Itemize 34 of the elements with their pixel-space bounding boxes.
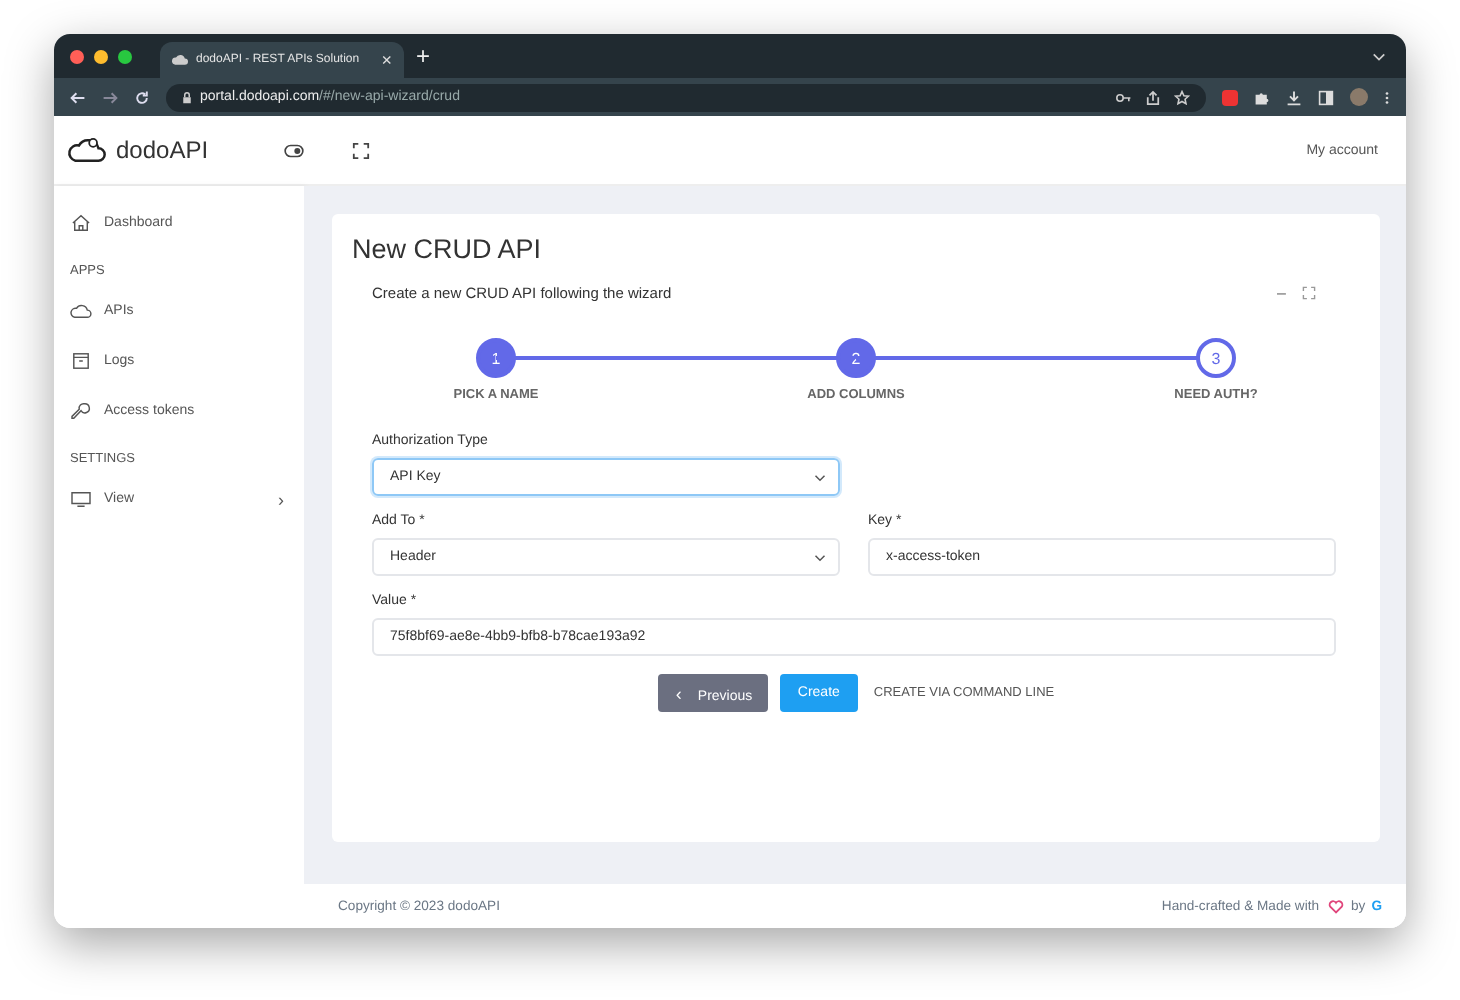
cloud-icon: [172, 52, 188, 68]
chevron-down-icon: [814, 473, 826, 481]
star-icon[interactable]: [1174, 89, 1190, 105]
home-icon: [70, 214, 92, 232]
page-title: New CRUD API: [352, 234, 544, 264]
monitor-icon: [70, 490, 92, 508]
puzzle-icon[interactable]: [1254, 89, 1270, 105]
minimize-button[interactable]: –: [1277, 284, 1286, 302]
key-icon: [70, 402, 92, 420]
lock-icon[interactable]: [182, 91, 192, 103]
reload-icon[interactable]: [134, 89, 150, 105]
back-icon[interactable]: [70, 89, 86, 105]
more-icon[interactable]: [1384, 89, 1390, 105]
share-icon[interactable]: [1146, 89, 1160, 105]
box-icon: [70, 352, 92, 370]
minimize-window-button[interactable]: [94, 49, 108, 63]
forward-icon[interactable]: [102, 89, 118, 105]
logo-text: dodoAPI: [116, 136, 209, 164]
toggle-icon[interactable]: [284, 143, 305, 157]
cloud-icon: [70, 302, 92, 320]
extension-icon[interactable]: [1222, 89, 1238, 105]
cloud-logo-icon: [66, 134, 106, 166]
download-icon[interactable]: [1286, 89, 1302, 105]
new-tab-button[interactable]: +: [416, 42, 431, 70]
key-icon[interactable]: [1116, 91, 1132, 103]
maximize-window-button[interactable]: [118, 49, 132, 63]
avatar[interactable]: [1350, 88, 1368, 106]
sidebar-icon[interactable]: [1318, 89, 1334, 105]
chevron-down-icon[interactable]: [1372, 51, 1386, 61]
step-circle[interactable]: 3: [1196, 338, 1236, 378]
heart-icon: [1327, 899, 1344, 913]
chevron-down-icon: [814, 553, 826, 561]
fullscreen-icon[interactable]: [352, 141, 371, 159]
close-window-button[interactable]: [70, 49, 84, 63]
